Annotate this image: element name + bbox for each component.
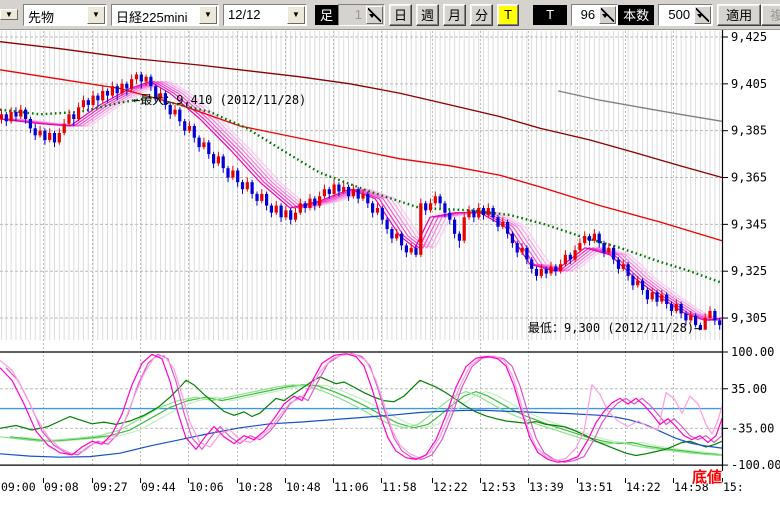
svg-text:12:22: 12:22	[433, 480, 468, 494]
svg-text:9,385: 9,385	[731, 124, 767, 138]
multi-symbol-button[interactable]: 複数銘柄	[761, 4, 780, 26]
spinner-updown-icon[interactable]	[366, 6, 383, 24]
svg-text:09:00: 09:00	[1, 480, 36, 494]
chevron-down-icon[interactable]: ▼	[287, 6, 305, 24]
svg-text:09:44: 09:44	[141, 480, 176, 494]
instrument-type-select[interactable]: 先物 ▼	[23, 4, 107, 26]
svg-text:09:08: 09:08	[44, 480, 79, 494]
instrument-type-value: 先物	[24, 5, 86, 25]
price-oscillator-canvas[interactable]: 9,425 9,405 9,385 9,365 9,345 9,325 9,305 100.0…	[0, 30, 780, 500]
period-month-button[interactable]: 月	[443, 4, 466, 26]
interval-value: 1	[339, 5, 365, 25]
apply-button[interactable]: 適用	[717, 4, 761, 26]
period-week-button[interactable]: 週	[416, 4, 439, 26]
bar-count-stepper[interactable]: 500	[658, 4, 713, 26]
bottom-price-tag: 底値	[692, 466, 722, 487]
tick-count-stepper[interactable]: 96	[571, 4, 618, 26]
symbol-value: 日経225mini	[112, 5, 198, 25]
chart-area[interactable]: 9,425 9,405 9,385 9,365 9,345 9,325 9,305 100.0…	[0, 30, 780, 500]
tick-count-value: 96	[572, 5, 598, 25]
partial-combo-arrow-icon[interactable]: ▼	[0, 9, 18, 20]
svg-text:15:: 15:	[723, 480, 744, 494]
svg-text:100.00: 100.00	[731, 345, 774, 359]
interval-stepper[interactable]: 1	[338, 4, 385, 26]
svg-text:-35.00: -35.00	[731, 421, 774, 435]
period-minute-button[interactable]: 分	[470, 4, 493, 26]
tick-mode-button[interactable]: T	[497, 4, 519, 26]
svg-text:11:06: 11:06	[334, 480, 369, 494]
svg-text:35.00: 35.00	[731, 382, 767, 396]
symbol-select[interactable]: 日経225mini ▼	[111, 4, 219, 26]
svg-text:9,425: 9,425	[731, 30, 767, 44]
bar-count-label: 本数	[618, 5, 654, 25]
svg-text:09:27: 09:27	[93, 480, 128, 494]
chevron-down-icon[interactable]: ▼	[199, 6, 217, 24]
period-day-button[interactable]: 日	[389, 4, 412, 26]
svg-text:9,365: 9,365	[731, 171, 767, 185]
spinner-updown-icon[interactable]	[599, 6, 616, 24]
bar-type-label: 足	[315, 5, 338, 25]
session-high-annotation: ←最大：9,410 (2012/11/28)	[133, 91, 306, 108]
tick-chip-label: T	[533, 5, 567, 25]
svg-text:9,325: 9,325	[731, 264, 767, 278]
chevron-down-icon[interactable]: ▼	[87, 6, 105, 24]
svg-text:10:28: 10:28	[238, 480, 273, 494]
trading-app-window: { "toolbar": { "partial_arrow": "▼", "co…	[0, 0, 780, 500]
bar-count-value: 500	[659, 5, 693, 25]
contract-month-value: 12/12	[224, 5, 286, 25]
svg-text:10:06: 10:06	[189, 480, 224, 494]
spinner-updown-icon[interactable]	[694, 6, 711, 24]
contract-month-select[interactable]: 12/12 ▼	[223, 4, 307, 26]
svg-text:12:53: 12:53	[481, 480, 516, 494]
svg-text:11:58: 11:58	[382, 480, 417, 494]
svg-text:14:22: 14:22	[626, 480, 661, 494]
chart-toolbar: ▼ 先物 ▼ 日経225mini ▼ 12/12 ▼ 足 1 日 週 月 分 T…	[0, 0, 780, 30]
svg-text:9,345: 9,345	[731, 217, 767, 231]
svg-text:13:39: 13:39	[529, 480, 564, 494]
svg-text:-100.00: -100.00	[731, 458, 780, 472]
session-low-annotation: 最低：9,300 (2012/11/28)→	[528, 319, 701, 336]
svg-text:9,305: 9,305	[731, 311, 767, 325]
svg-text:13:51: 13:51	[578, 480, 613, 494]
svg-text:9,405: 9,405	[731, 77, 767, 91]
svg-text:10:48: 10:48	[286, 480, 321, 494]
